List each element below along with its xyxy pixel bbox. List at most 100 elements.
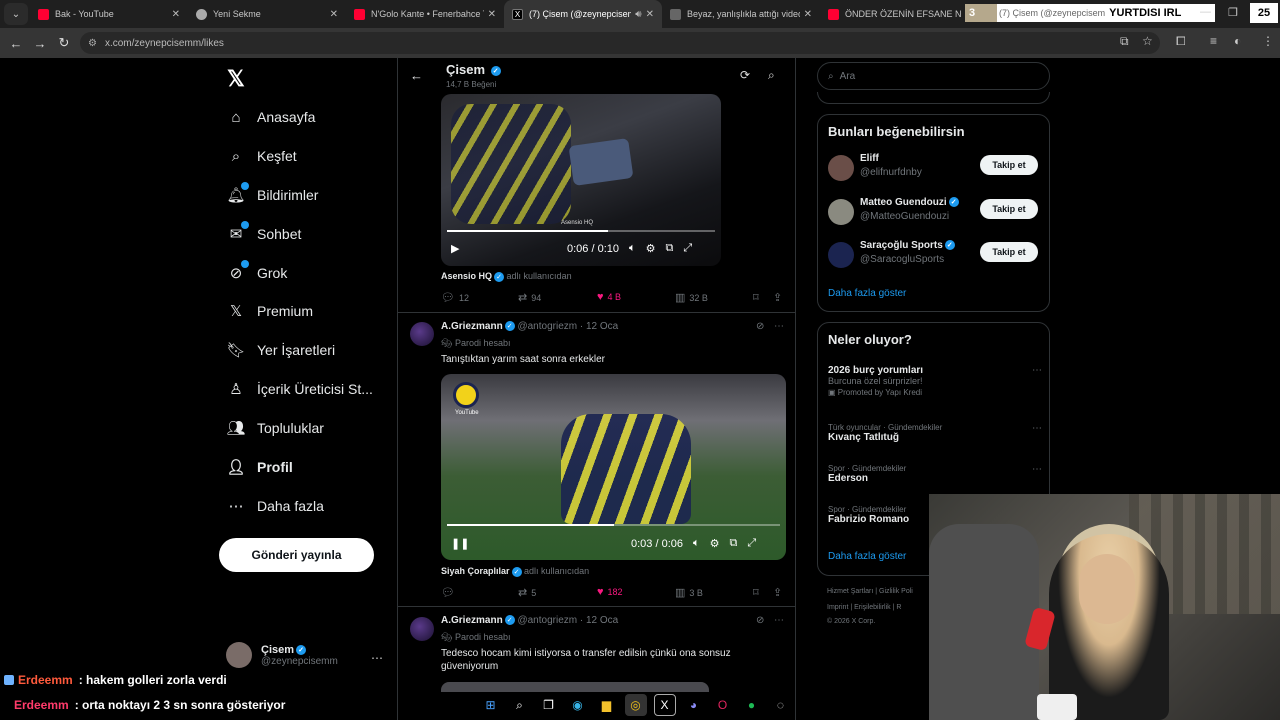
footer-links[interactable]: Imprint | Erişilebilirlik | R [827,604,901,611]
reply-button[interactable]: 💬︎ 12 [441,291,469,304]
show-more-link[interactable]: Daha fazla göster [828,551,906,562]
nav-item-communities[interactable]: 👥︎ Topluluklar [225,415,323,441]
browser-tab[interactable]: Bak - YouTube ✕ [30,0,188,28]
nav-item-more[interactable]: ⋯ Daha fazla [225,493,324,519]
volume-icon[interactable]: 🔈︎ [693,537,700,550]
x-app-icon[interactable]: X [653,694,676,716]
author-name[interactable]: A.Griezmann [441,615,503,626]
video-progress-bar[interactable] [447,230,715,232]
site-info-icon[interactable]: ⚙ [88,38,97,49]
nav-item-mail[interactable]: ✉ Sohbet [225,221,301,247]
x-logo-icon[interactable]: 𝕏 [227,66,245,92]
views-button[interactable]: ▥ 32 B [675,291,708,304]
views-button[interactable]: ▥ 3 B [675,586,703,599]
search-input[interactable]: ⌕ Ara [817,62,1050,90]
author-name[interactable]: A.Griezmann [441,321,503,332]
like-button[interactable]: ♥ 4 B [597,291,621,303]
repost-button[interactable]: ⇄ 5 [518,586,536,599]
close-icon[interactable]: ✕ [488,9,496,20]
browser-tab[interactable]: Beyaz, yanlışlıkla attığı videoyu ✕ [662,0,820,28]
play-icon[interactable]: ▶ [451,242,459,255]
avatar[interactable] [410,322,434,346]
discord-icon[interactable]: ◕ [683,694,705,716]
nav-item-profile[interactable]: 👤︎ Profil [225,454,292,480]
nav-item-home[interactable]: ⌂ Anasayfa [225,104,315,130]
suggested-user[interactable]: Saraçoğlu Sports ✓ @SaracogluSports Takip e… [828,240,1042,270]
reply-button[interactable]: 💬︎ [441,586,459,599]
share-button[interactable]: ⇪ [773,291,786,304]
refresh-icon[interactable]: ⟳ [740,68,750,82]
post-date[interactable]: · 12 Oca [580,321,618,332]
post-button[interactable]: Gönderi yayınla [219,538,374,572]
extensions-icon[interactable]: ⧠ [1176,34,1186,49]
tab-search-button[interactable]: ⌄ [4,3,28,25]
browser-tab-active[interactable]: X (7) Çisem (@zeynepcisemm) 🔊︎ ✕ [504,0,662,28]
more-icon[interactable]: ⋯ [774,321,784,332]
restore-icon[interactable]: ❐ [1228,6,1238,19]
nav-item-bookmark[interactable]: 🔖︎ Yer İşaretleri [225,337,335,363]
search-icon[interactable]: ⌕ [509,694,531,716]
pip-icon[interactable]: ⧉ [665,242,673,255]
edge-icon[interactable]: ◉ [567,694,589,716]
browser-tab[interactable]: N'Golo Kante • Fenerbahce Tra ✕ [346,0,504,28]
follow-button[interactable]: Takip et [980,242,1038,262]
more-icon[interactable]: ⋯ [774,615,784,626]
app-icon[interactable]: ◌ [770,694,792,716]
close-icon[interactable]: ✕ [646,9,654,20]
account-switcher[interactable]: Çisem ✓ @zeynepcisemm [226,642,338,668]
volume-icon[interactable]: 🔈︎ [629,242,636,255]
like-button[interactable]: ♥ 182 [597,586,623,598]
minimize-icon[interactable]: — [1200,6,1211,18]
close-icon[interactable]: ✕ [172,9,180,20]
video-player[interactable]: Asensio HQ ▶ 0:06 / 0:10 🔈︎ ⚙ ⧉ ⤢ [441,94,721,266]
spotify-icon[interactable]: ● [741,694,763,716]
trend-item[interactable]: Türk oyuncular · Gündemdekiler Kıvanç Tat… [828,423,1042,443]
back-arrow-icon[interactable]: ← [410,68,423,83]
trend-item[interactable]: 2026 burç yorumları Burcuna özel sürprizl… [828,365,1042,397]
bookmark-button[interactable]: ⌑ [753,586,763,599]
fullscreen-icon[interactable]: ⤢ [747,537,756,550]
grok-icon[interactable]: ⊘ [756,615,764,626]
opera-icon[interactable]: O [712,694,734,716]
more-icon[interactable]: ⋯ [1032,464,1042,475]
author-handle[interactable]: @antogriezm [517,615,577,626]
suggested-user[interactable]: Matteo Guendouzi ✓ @MatteoGuendouzi Takip e… [828,197,1042,227]
address-bar[interactable]: ⚙ x.com/zeynepcisemm/likes [80,32,1160,54]
nav-item-search[interactable]: ⌕ Keşfet [225,143,297,169]
bookmark-button[interactable]: ⌑ [753,291,763,304]
profile-avatar-icon[interactable]: ◐ [1234,34,1241,48]
pause-icon[interactable]: ❚❚ [451,537,469,550]
browser-tab[interactable]: Yeni Sekme ✕ [188,0,346,28]
post-date[interactable]: · 12 Oca [580,615,618,626]
share-button[interactable]: ⇪ [773,586,786,599]
footer-links[interactable]: Hizmet Şartları | Gizlilik Poli [827,588,913,595]
close-icon[interactable]: ✕ [804,9,812,20]
grok-icon[interactable]: ⊘ [756,321,764,332]
pip-icon[interactable]: ⧉ [729,537,737,550]
video-source[interactable]: Siyah Çoraplılar ✓ adlı kullanıcıdan [441,566,589,577]
reload-icon[interactable]: ↻ [52,35,76,51]
show-more-link[interactable]: Daha fazla göster [828,288,906,299]
browser-tab[interactable]: ÖNDER ÖZENİN EFSANE NGOL [820,0,970,28]
bookmark-star-icon[interactable]: ☆ [1142,34,1153,48]
more-icon[interactable]: ⋯ [371,651,383,665]
file-explorer-icon[interactable]: ▆ [596,694,618,716]
fullscreen-icon[interactable]: ⤢ [683,242,692,255]
search-icon[interactable]: ⌕ [768,68,775,83]
follow-button[interactable]: Takip et [980,199,1038,219]
suggested-user[interactable]: Eliff @elifnurfdnby Takip et [828,153,1042,183]
repost-button[interactable]: ⇄ 94 [518,291,541,304]
cast-icon[interactable]: ⧉ [1120,34,1129,49]
chrome-icon[interactable]: ◎ [624,694,647,716]
nav-item-grok[interactable]: ⊘ Grok [225,260,287,286]
settings-icon[interactable]: ⚙ [710,537,720,550]
settings-icon[interactable]: ⚙ [646,242,656,255]
menu-icon[interactable]: ⋮ [1262,34,1274,48]
mute-icon[interactable]: 🔊︎ [635,9,641,20]
nav-item-creator-studio[interactable]: ♙ İçerik Üreticisi St... [225,376,373,402]
windows-start-icon[interactable]: ⊞ [480,694,502,716]
more-icon[interactable]: ⋯ [1032,423,1042,434]
avatar[interactable] [410,617,434,641]
close-icon[interactable]: ✕ [330,9,338,20]
video-source[interactable]: Asensio HQ ✓ adlı kullanıcıdan [441,271,572,282]
